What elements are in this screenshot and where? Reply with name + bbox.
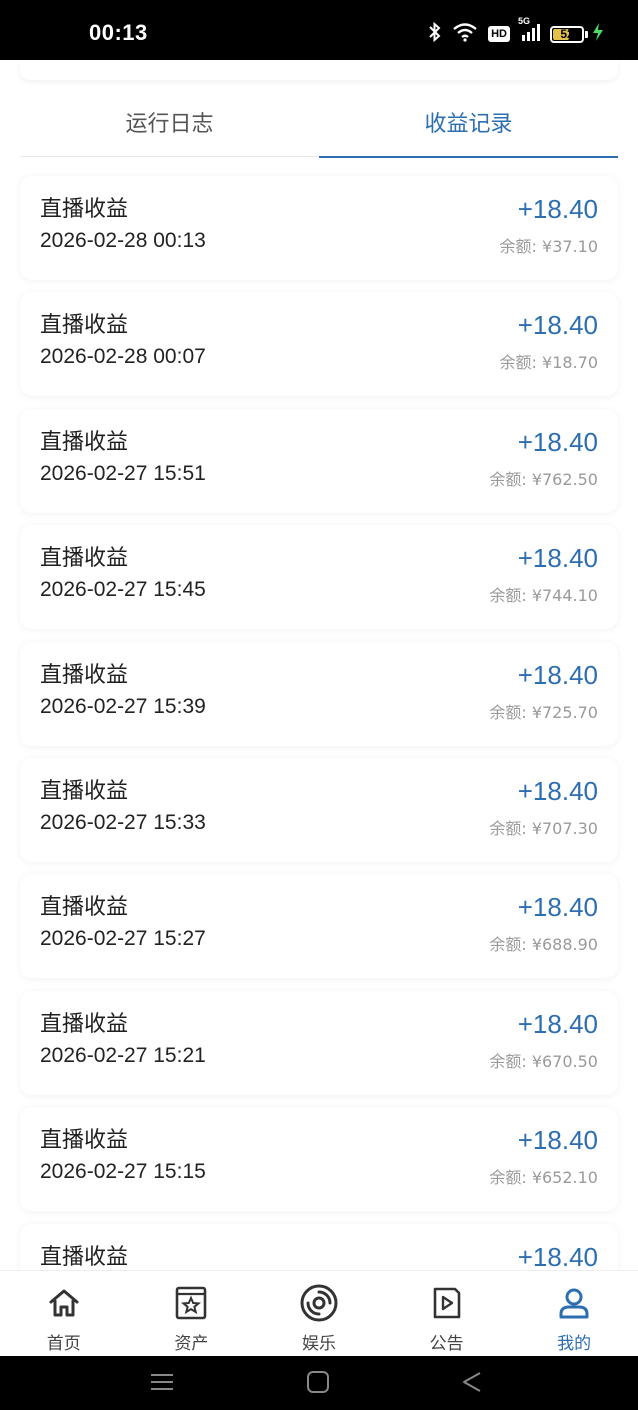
tab-earnings-record[interactable]: 收益记录: [319, 100, 618, 158]
record-amount: +18.40: [517, 543, 598, 574]
record-title: 直播收益: [40, 546, 129, 572]
list-item[interactable]: 直播收益 2026-02-27 15:33 +18.40 余额: ¥707.30: [20, 757, 618, 862]
nav-label-profile: 我的: [557, 1334, 592, 1354]
record-title: 直播收益: [40, 662, 129, 688]
network-type-label: 5G: [518, 16, 531, 26]
tab-bar: 运行日志 收益记录: [20, 100, 618, 158]
record-balance: 余额: ¥707.30: [489, 818, 598, 838]
record-title: 直播收益: [40, 313, 129, 339]
nav-item-announcement[interactable]: 公告: [383, 1271, 511, 1357]
nav-item-assets[interactable]: 资产: [128, 1271, 256, 1357]
record-time: 2026-02-27 15:39: [40, 694, 206, 718]
bluetooth-icon: [428, 21, 442, 46]
nav-item-profile[interactable]: 我的: [510, 1271, 638, 1357]
record-title: 直播收益: [40, 1128, 129, 1154]
record-amount: +18.40: [517, 1008, 598, 1039]
announcement-icon: [427, 1283, 467, 1323]
list-item[interactable]: 直播收益 2026-02-28 00:13 +18.40 余额: ¥37.10: [20, 176, 618, 280]
record-time: 2026-02-28 00:13: [40, 229, 206, 252]
record-amount: +18.40: [517, 1241, 598, 1272]
list-item[interactable]: 直播收益 2026-02-27 15:21 +18.40 余额: ¥670.50: [20, 990, 618, 1095]
charging-icon: [592, 22, 604, 46]
record-balance: 余额: ¥688.90: [489, 935, 598, 955]
record-time: 2026-02-27 15:15: [40, 1160, 206, 1184]
previous-card-edge: [20, 60, 618, 80]
record-title: 直播收益: [40, 429, 129, 455]
record-amount: +18.40: [517, 775, 598, 806]
home-button-icon[interactable]: [306, 1370, 330, 1398]
hd-badge: HD: [488, 26, 510, 42]
list-item[interactable]: 直播收益 2026-02-27 15:27 +18.40 余额: ¥688.90: [20, 874, 618, 979]
wifi-icon: [452, 22, 478, 46]
list-item[interactable]: 直播收益 2026-02-27 15:45 +18.40 余额: ¥744.10: [20, 525, 618, 630]
battery-text: 52: [560, 26, 574, 41]
bottom-nav: 首页 资产 娱乐 公告 我的: [0, 1270, 638, 1357]
profile-icon: [554, 1283, 594, 1323]
record-amount: +18.40: [517, 1125, 598, 1156]
signal-icon: 5G: [518, 16, 540, 46]
record-amount: +18.40: [517, 892, 598, 923]
record-time: 2026-02-27 15:27: [40, 927, 206, 951]
record-title: 直播收益: [40, 1244, 129, 1270]
earnings-list: 直播收益 2026-02-28 00:13 +18.40 余额: ¥37.10 …: [20, 176, 618, 1340]
record-balance: 余额: ¥670.50: [489, 1051, 598, 1071]
status-time: 00:13: [89, 20, 148, 45]
record-balance: 余额: ¥652.10: [489, 1168, 598, 1188]
record-title: 直播收益: [40, 197, 129, 222]
list-item[interactable]: 直播收益 2026-02-27 15:39 +18.40 余额: ¥725.70: [20, 641, 618, 746]
nav-label-announcement: 公告: [429, 1334, 464, 1354]
record-balance: 余额: ¥725.70: [489, 702, 598, 722]
record-time: 2026-02-27 15:33: [40, 810, 206, 834]
record-balance: 余额: ¥762.50: [489, 469, 598, 489]
status-icons: HD 5G 52: [418, 16, 604, 46]
home-icon: [44, 1283, 84, 1323]
list-item[interactable]: 直播收益 2026-02-27 15:51 +18.40 余额: ¥762.50: [20, 408, 618, 513]
list-item[interactable]: 直播收益 2026-02-27 15:15 +18.40 余额: ¥652.10: [20, 1107, 618, 1212]
entertainment-icon: [299, 1283, 339, 1323]
record-title: 直播收益: [40, 778, 129, 804]
record-amount: +18.40: [517, 426, 598, 457]
system-nav-bar: [0, 1356, 638, 1410]
record-balance: 余额: ¥18.70: [499, 353, 598, 373]
nav-label-entertainment: 娱乐: [301, 1334, 336, 1354]
tab-run-log[interactable]: 运行日志: [20, 100, 319, 156]
record-amount: +18.40: [517, 310, 598, 341]
record-balance: 余额: ¥744.10: [489, 586, 598, 606]
record-time: 2026-02-27 15:51: [40, 461, 206, 485]
nav-item-home[interactable]: 首页: [0, 1271, 128, 1357]
battery-tip: [585, 30, 588, 38]
record-time: 2026-02-28 00:07: [40, 345, 206, 369]
record-amount: +18.40: [517, 194, 598, 224]
record-time: 2026-02-27 15:21: [40, 1043, 206, 1067]
nav-label-assets: 资产: [174, 1334, 209, 1354]
record-amount: +18.40: [517, 659, 598, 690]
record-time: 2026-02-27 15:45: [40, 578, 206, 602]
record-title: 直播收益: [40, 895, 129, 921]
status-bar: 00:13 HD 5G 52: [0, 0, 638, 60]
list-item[interactable]: 直播收益 2026-02-28 00:07 +18.40 余额: ¥18.70: [20, 292, 618, 397]
battery-icon: 52: [550, 25, 584, 43]
record-title: 直播收益: [40, 1011, 129, 1037]
nav-label-home: 首页: [46, 1334, 81, 1354]
record-balance: 余额: ¥37.10: [499, 237, 598, 256]
back-icon[interactable]: [460, 1370, 484, 1398]
assets-icon: [171, 1283, 211, 1323]
menu-icon[interactable]: [150, 1370, 174, 1398]
nav-item-entertainment[interactable]: 娱乐: [255, 1271, 383, 1357]
